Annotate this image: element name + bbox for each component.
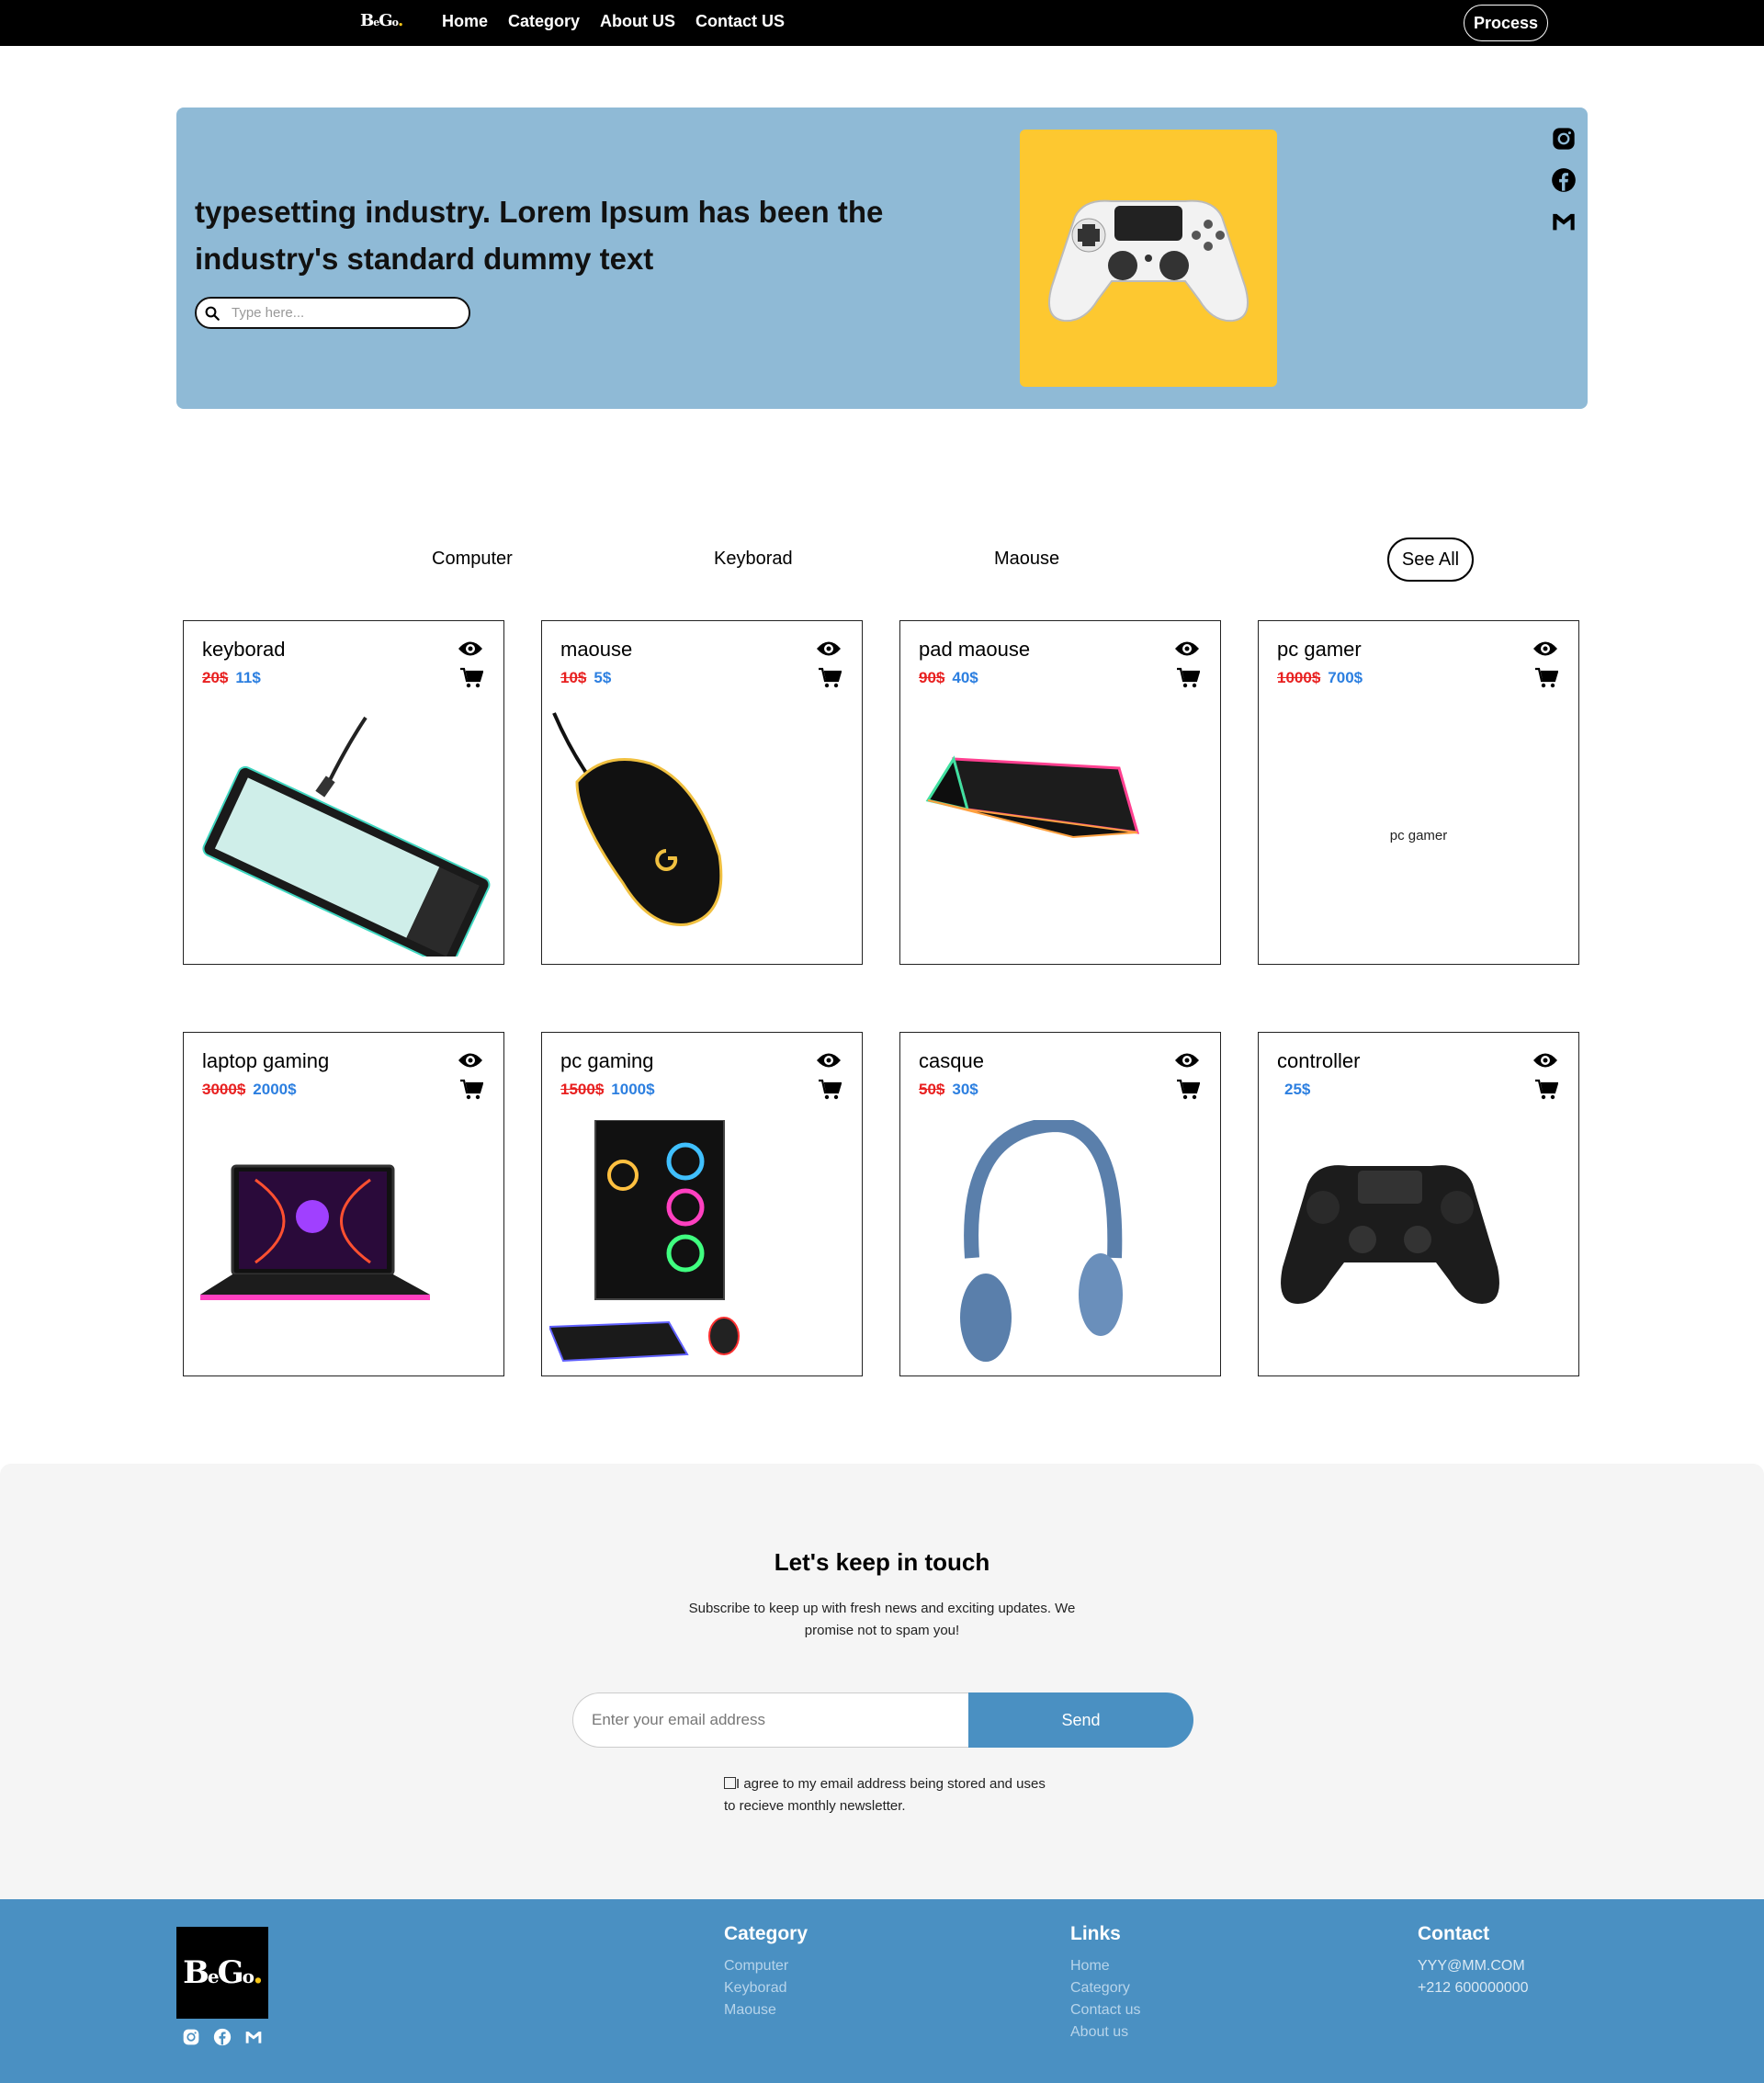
product-card[interactable]: laptop gaming 3000$ 2000$: [183, 1032, 504, 1376]
product-name: casque: [919, 1049, 984, 1072]
eye-icon[interactable]: [1532, 640, 1558, 662]
footer-link[interactable]: Home: [1070, 1955, 1140, 1977]
filter-mouse[interactable]: Maouse: [994, 549, 1059, 570]
cart-icon[interactable]: [459, 1079, 484, 1105]
footer-link[interactable]: Contact us: [1070, 1999, 1140, 2021]
product-price: 25$: [1284, 1081, 1311, 1098]
instagram-icon[interactable]: [182, 2028, 200, 2051]
mousepad-image: [908, 708, 1213, 957]
cart-icon[interactable]: [1534, 667, 1559, 694]
pc-gaming-image: [548, 1119, 854, 1368]
product-card[interactable]: casque 50$ 30$: [899, 1032, 1221, 1376]
product-card[interactable]: pc gaming 1500$ 1000$: [541, 1032, 863, 1376]
search-input[interactable]: [232, 305, 461, 321]
footer-category-column: Category Computer Keyborad Maouse: [724, 1923, 808, 2021]
gmail-icon[interactable]: [1551, 209, 1577, 239]
product-card[interactable]: pc gamer 1000$ 700$ pc gamer: [1258, 620, 1579, 965]
gmail-icon[interactable]: [244, 2028, 263, 2051]
cart-icon[interactable]: [1176, 1079, 1201, 1105]
product-card[interactable]: controller 25$: [1258, 1032, 1579, 1376]
see-all-button[interactable]: See All: [1387, 538, 1474, 582]
product-name: pc gamer: [1277, 638, 1362, 661]
footer-contact-title: Contact: [1418, 1923, 1490, 1944]
keyboard-image: [191, 708, 496, 968]
top-navbar: BeGo. Home Category About US Contact US …: [0, 0, 1764, 46]
footer-contact-column: Contact YYY@MM.COM +212 600000000: [1418, 1923, 1529, 1999]
consent-checkbox[interactable]: [724, 1777, 736, 1789]
email-input[interactable]: [572, 1692, 969, 1748]
footer: BeGo. Category Computer Keyborad Maouse …: [0, 1899, 1764, 2083]
product-price: 50$ 30$: [919, 1081, 978, 1098]
filter-computer[interactable]: Computer: [432, 549, 513, 570]
eye-icon[interactable]: [458, 640, 483, 662]
eye-icon[interactable]: [458, 1051, 483, 1074]
product-name: maouse: [560, 638, 633, 661]
search-icon: [204, 305, 220, 326]
product-name: laptop gaming: [202, 1049, 330, 1072]
cart-icon[interactable]: [1176, 667, 1201, 694]
eye-icon[interactable]: [1532, 1051, 1558, 1074]
nav-home-link[interactable]: Home: [442, 12, 488, 31]
filter-keyboard[interactable]: Keyborad: [714, 549, 793, 570]
cart-icon[interactable]: [1534, 1079, 1559, 1105]
product-price: 20$ 11$: [202, 669, 261, 686]
nav-links: Home Category About US Contact US: [442, 12, 785, 31]
nav-about-link[interactable]: About US: [600, 12, 675, 31]
cart-icon[interactable]: [459, 667, 484, 694]
product-card[interactable]: pad maouse 90$ 40$: [899, 620, 1221, 965]
product-price: 10$ 5$: [560, 669, 612, 686]
footer-phone: +212 600000000: [1418, 1980, 1529, 1996]
nav-category-link[interactable]: Category: [508, 12, 580, 31]
footer-links-column: Links Home Category Contact us About us: [1070, 1923, 1140, 2043]
footer-logo[interactable]: BeGo.: [176, 1927, 268, 2019]
hero-social-icons: [1551, 126, 1577, 239]
eye-icon[interactable]: [1174, 640, 1200, 662]
footer-category-title: Category: [724, 1923, 808, 1944]
footer-category-link[interactable]: Maouse: [724, 1999, 808, 2021]
product-price: 1500$ 1000$: [560, 1081, 655, 1098]
product-price: 3000$ 2000$: [202, 1081, 297, 1098]
footer-link[interactable]: Category: [1070, 1977, 1140, 1999]
instagram-icon[interactable]: [1551, 126, 1577, 156]
newsletter-consent: I agree to my email address being stored…: [724, 1773, 1046, 1817]
broken-image-alt-text: pc gamer: [1389, 828, 1448, 843]
hero-banner: typesetting industry. Lorem Ipsum has be…: [176, 108, 1588, 409]
consent-label: I agree to my email address being stored…: [724, 1776, 1046, 1814]
mouse-image: [549, 708, 854, 957]
hero-search-box: [195, 297, 470, 329]
newsletter-subtitle: Subscribe to keep up with fresh news and…: [688, 1601, 1076, 1638]
brand-logo[interactable]: BeGo.: [360, 11, 403, 30]
footer-category-link[interactable]: Computer: [724, 1955, 808, 1977]
product-card[interactable]: maouse 10$ 5$: [541, 620, 863, 965]
eye-icon[interactable]: [816, 640, 842, 662]
product-price: 1000$ 700$: [1277, 669, 1363, 686]
product-card[interactable]: keyborad 20$ 11$: [183, 620, 504, 968]
facebook-icon[interactable]: [1551, 167, 1577, 198]
newsletter-section: Let's keep in touch Subscribe to keep up…: [0, 1464, 1764, 1900]
product-name: keyborad: [202, 638, 286, 661]
product-name: pc gaming: [560, 1049, 654, 1072]
footer-links-title: Links: [1070, 1923, 1121, 1944]
nav-contact-link[interactable]: Contact US: [695, 12, 785, 31]
send-button[interactable]: Send: [968, 1692, 1193, 1748]
footer-link[interactable]: About us: [1070, 2021, 1140, 2043]
footer-category-link[interactable]: Keyborad: [724, 1977, 808, 1999]
hero-controller-image: [1020, 130, 1277, 387]
controller-image: [1266, 1120, 1571, 1368]
product-name: pad maouse: [919, 638, 1031, 661]
product-price: 90$ 40$: [919, 669, 978, 686]
hero-title: typesetting industry. Lorem Ipsum has be…: [195, 195, 884, 276]
process-button[interactable]: Process: [1464, 5, 1548, 41]
laptop-image: [191, 1120, 496, 1368]
footer-email: YYY@MM.COM: [1418, 1958, 1525, 1974]
product-name: controller: [1277, 1049, 1361, 1072]
facebook-icon[interactable]: [213, 2028, 232, 2051]
headphones-image: [908, 1116, 1213, 1368]
eye-icon[interactable]: [816, 1051, 842, 1074]
cart-icon[interactable]: [818, 1079, 842, 1105]
cart-icon[interactable]: [818, 667, 842, 694]
footer-social-icons: [182, 2028, 263, 2051]
eye-icon[interactable]: [1174, 1051, 1200, 1074]
newsletter-title: Let's keep in touch: [774, 1548, 990, 1576]
